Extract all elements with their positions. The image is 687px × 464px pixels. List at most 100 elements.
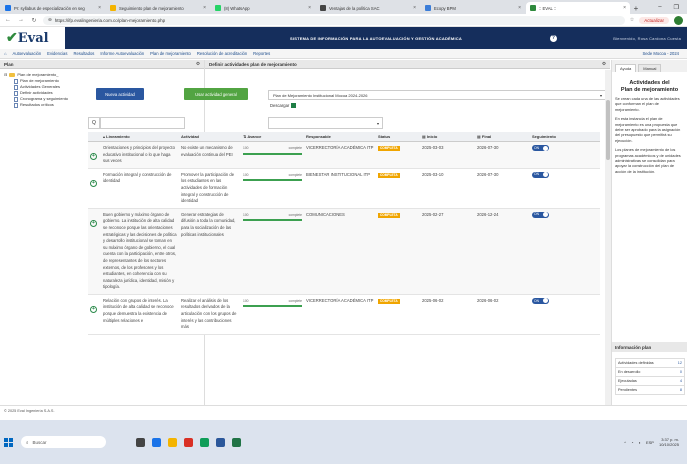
cell-actividad: Realizar el análisis de los resultados d… [181, 297, 237, 330]
minimize-button[interactable]: – [658, 4, 661, 10]
star-icon[interactable]: ☆ [630, 17, 634, 23]
cell-actividad: Generar estrategias de difusión a toda l… [181, 211, 236, 237]
col-final[interactable]: ▦ Final [475, 134, 530, 139]
general-activity-button[interactable]: Usar actividad general [184, 88, 248, 100]
cell-responsable: VICERRECTORÍA ACADÉMICA ITP [306, 297, 374, 303]
expand-row-icon[interactable]: + [90, 153, 97, 160]
tree-item-resultados-criticos[interactable]: Resultados críticos [4, 102, 200, 108]
menu-evidencias[interactable]: Evidencias [47, 51, 67, 56]
col-status[interactable]: Status [376, 134, 420, 139]
app-icon[interactable] [184, 437, 193, 447]
wifi-icon[interactable]: ◔ [631, 440, 633, 445]
back-icon[interactable]: ← [4, 17, 12, 23]
new-tab-button[interactable]: + [630, 2, 642, 14]
filter-select[interactable]: ▾ [268, 117, 383, 129]
excel-icon[interactable] [232, 437, 241, 447]
url-field[interactable]: ⊜ https://ifp.evalingenieria.com.co/plan… [43, 15, 625, 25]
table-row[interactable]: + Orientaciones y principios del proyecto… [88, 142, 600, 169]
menu-autoevaluacion[interactable]: Autoevaluación [13, 51, 42, 56]
document-icon [14, 78, 18, 84]
expand-row-icon[interactable]: + [90, 219, 97, 227]
browser-tab[interactable]: Ecopy BPM × [421, 2, 525, 14]
close-tab-icon[interactable]: × [413, 5, 416, 11]
close-tab-icon[interactable]: × [518, 5, 521, 11]
plan-select[interactable]: Plan de Mejoramiento Institucional Mocoa… [268, 90, 606, 100]
browser-tab[interactable]: Pr: syllabus de especialización en seg × [1, 2, 105, 14]
url-text: https://ifp.evalingenieria.com.co/plan-m… [54, 17, 166, 23]
file-explorer-icon[interactable] [168, 437, 177, 447]
info-value[interactable]: 0 [680, 369, 682, 375]
close-tab-icon[interactable]: × [623, 5, 626, 11]
close-tab-icon[interactable]: × [203, 5, 206, 11]
avance-value: 100 [243, 212, 249, 217]
table-row[interactable]: + Buen gobierno y máximo órgano de gobier… [88, 208, 600, 295]
tab-ayuda[interactable]: Ayuda [615, 64, 637, 72]
seguimiento-toggle[interactable]: ON [532, 171, 549, 178]
cell-actividad: Promover la participación de los estudia… [181, 171, 235, 204]
help-title-line2: Plan de mejoramiento [620, 87, 679, 93]
windows-start-icon[interactable] [4, 437, 13, 447]
col-responsable[interactable]: Responsable [304, 134, 376, 139]
browser-tab[interactable]: Ventajas de la política SAC × [316, 2, 420, 14]
menu-reportes[interactable]: Reportes [253, 51, 270, 56]
progress-bar [243, 305, 302, 308]
help-icon[interactable]: ? [550, 34, 557, 42]
toggle-label: ON [534, 298, 539, 303]
expand-row-icon[interactable]: + [90, 179, 97, 187]
expand-row-icon[interactable]: + [90, 305, 97, 313]
col-seguimiento[interactable]: Seguimiento [530, 134, 600, 139]
download-link[interactable]: Descargar [270, 103, 297, 108]
maximize-button[interactable]: ❐ [674, 4, 679, 11]
scrollbar-thumb[interactable] [606, 100, 610, 160]
col-avance[interactable]: ⇅ Avance [241, 134, 304, 139]
taskbar-search[interactable]: ⌕ Buscar [21, 436, 106, 448]
clock[interactable]: 3:37 p. m. 10/10/2025 [659, 437, 679, 447]
seguimiento-toggle[interactable]: ON [532, 211, 549, 218]
menu-resultados[interactable]: Resultados [73, 51, 94, 56]
chevron-up-icon[interactable]: ^ [624, 440, 626, 445]
new-activity-button[interactable]: Nueva actividad [96, 88, 144, 100]
cell-lineamiento: Buen gobierno y máximo órgano de gobiern… [103, 211, 177, 290]
col-inicio[interactable]: ▦ Inicio [420, 134, 475, 139]
table-row[interactable]: + Relación con grupos de interés. La inst… [88, 294, 600, 335]
word-icon[interactable] [216, 437, 225, 447]
browser-tab[interactable]: Seguimiento plan de mejoramiento × [106, 2, 210, 14]
activities-table: ▴ Lineamiento Actividad ⇅ Avance Respons… [88, 132, 600, 405]
collapse-icon[interactable]: ⊟ [4, 72, 7, 78]
search-input[interactable] [100, 117, 185, 129]
tab-manual[interactable]: Manual [638, 64, 662, 72]
app-icon[interactable] [200, 437, 209, 447]
menu-plan-mejoramiento[interactable]: Plan de mejoramiento [150, 51, 191, 56]
task-view-icon[interactable] [136, 437, 145, 447]
eval-logo[interactable]: ✔ Eval [6, 30, 49, 46]
cell-final: 2026-06-02 [477, 297, 499, 303]
info-value[interactable]: 4 [680, 378, 682, 384]
home-icon[interactable]: ⌂ [4, 51, 7, 56]
close-tab-icon[interactable]: × [308, 5, 311, 11]
language-indicator[interactable]: ESP [646, 440, 654, 445]
site-info-icon[interactable]: ⊜ [48, 17, 52, 23]
table-row[interactable]: + Formación integral y construcción de id… [88, 168, 600, 209]
forward-icon[interactable]: → [17, 17, 25, 23]
reload-icon[interactable]: ↻ [30, 17, 38, 24]
favicon-icon [110, 5, 116, 11]
profile-avatar[interactable] [674, 15, 683, 25]
sede-label: Sede Mocoa - 2024 [642, 51, 679, 56]
close-tab-icon[interactable]: × [98, 5, 101, 11]
info-value[interactable]: 8 [680, 387, 682, 393]
seguimiento-toggle[interactable]: ON [532, 145, 549, 151]
menu-informe[interactable]: Informe Autoevaluación [100, 51, 144, 56]
col-lineamiento[interactable]: ▴ Lineamiento [101, 134, 179, 139]
menu-resolucion[interactable]: Resolución de acreditación [197, 51, 247, 56]
progress-fill [243, 179, 302, 182]
settings-icon[interactable]: ⚙ [196, 61, 200, 67]
info-value[interactable]: 12 [678, 360, 682, 366]
seguimiento-toggle[interactable]: ON [532, 297, 549, 304]
col-actividad[interactable]: Actividad [179, 134, 241, 139]
browser-tab[interactable]: :: EVAL :: × [526, 2, 630, 14]
settings-icon[interactable]: ⚙ [602, 61, 606, 67]
update-button[interactable]: Actualizar [639, 16, 669, 24]
volume-icon[interactable]: ◖ [639, 440, 641, 445]
browser-app-icon[interactable] [152, 437, 161, 447]
browser-tab[interactable]: (8) WhatsApp × [211, 2, 315, 14]
